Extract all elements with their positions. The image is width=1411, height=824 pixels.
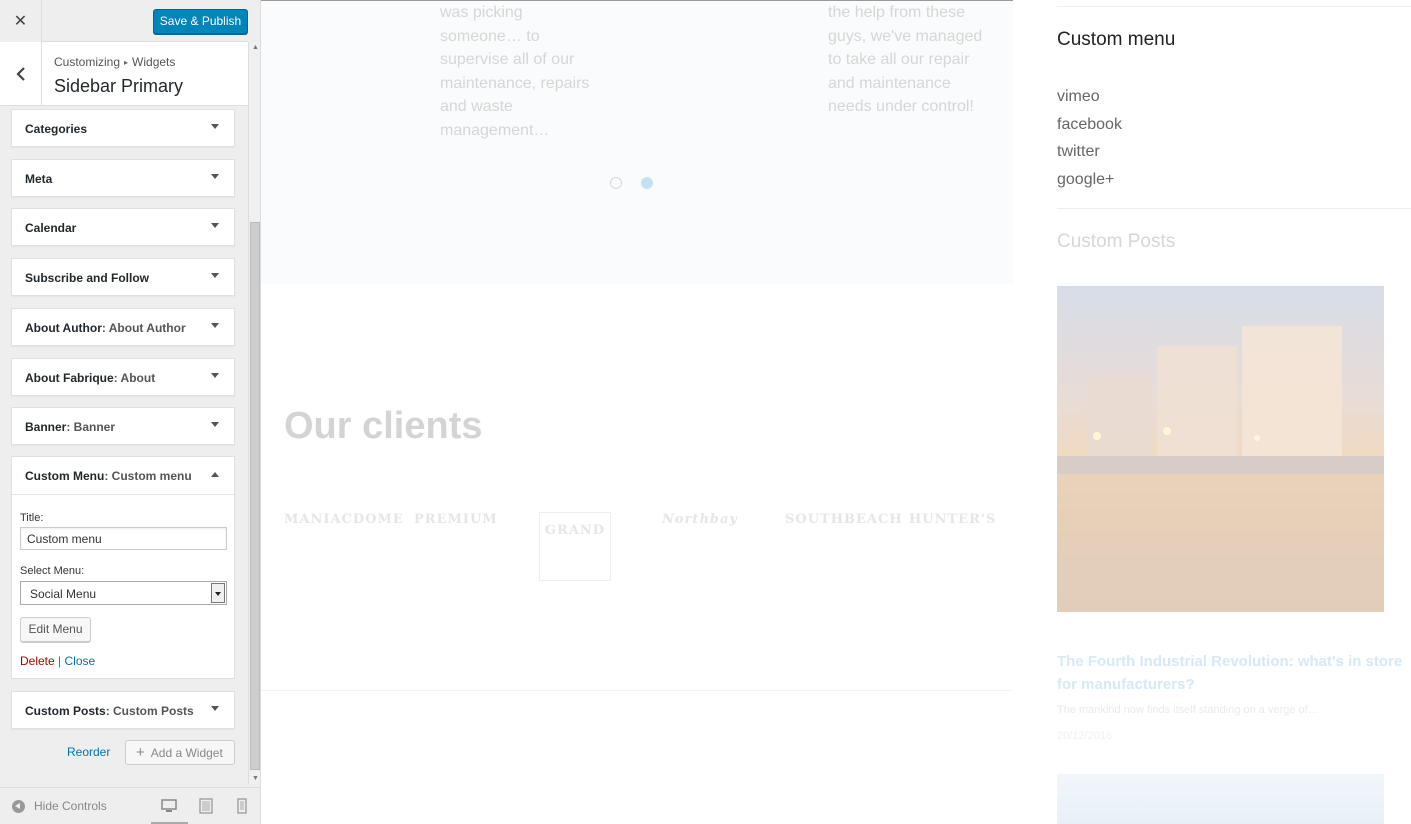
- menu-link-googleplus[interactable]: google+: [1057, 171, 1114, 189]
- custom-menu-title: Custom menu: [1057, 29, 1176, 50]
- clients-title: Our clients: [284, 405, 483, 447]
- add-widget-button[interactable]: + Add a Widget: [125, 740, 235, 765]
- post-thumbnail[interactable]: [1057, 774, 1384, 824]
- widget-title: About Fabrique: About: [25, 371, 156, 385]
- close-link[interactable]: Close: [65, 654, 96, 668]
- widget-subscribe-follow[interactable]: Subscribe and Follow: [11, 258, 235, 296]
- widget-meta[interactable]: Meta: [11, 159, 235, 197]
- expand-arrow-icon[interactable]: [211, 273, 219, 278]
- reorder-link[interactable]: Reorder: [67, 745, 110, 759]
- expand-arrow-icon[interactable]: [211, 223, 219, 228]
- testimonial-left: was picking someone… to supervise all of…: [440, 4, 590, 139]
- collapse-icon: [12, 799, 25, 813]
- post-title-link[interactable]: The Fourth Industrial Revolution: what's…: [1057, 650, 1411, 696]
- select-menu-label: Select Menu:: [20, 565, 85, 577]
- sidebar-divider: [1057, 208, 1411, 209]
- customizer-header: ✕ Save & Publish: [0, 0, 248, 42]
- title-field-label: Title:: [20, 512, 44, 524]
- expand-arrow-icon[interactable]: [211, 373, 219, 378]
- menu-link-vimeo[interactable]: vimeo: [1057, 88, 1100, 106]
- widget-custom-posts[interactable]: Custom Posts: Custom Posts: [11, 691, 235, 729]
- edit-menu-button[interactable]: Edit Menu: [20, 617, 91, 642]
- title-field[interactable]: [20, 527, 227, 550]
- widget-actions: Delete | Close: [20, 654, 95, 668]
- scroll-down-icon[interactable]: ▼: [252, 775, 259, 782]
- menu-link-twitter[interactable]: twitter: [1057, 143, 1100, 161]
- client-logo: SOUTHBEACH: [785, 512, 903, 527]
- plus-icon: +: [136, 744, 145, 761]
- breadcrumb-leaf: Widgets: [132, 55, 176, 69]
- expand-arrow-icon[interactable]: [211, 174, 219, 179]
- tablet-icon[interactable]: [198, 798, 214, 814]
- widget-custom-menu: Custom Menu: Custom menu Title: Select M…: [11, 456, 235, 679]
- widget-calendar[interactable]: Calendar: [11, 208, 235, 246]
- widget-categories[interactable]: Categories: [11, 109, 235, 147]
- widget-title: Custom Posts: Custom Posts: [25, 704, 194, 718]
- chevron-down-icon[interactable]: [211, 583, 225, 603]
- industrial-tanks-image: [1057, 326, 1384, 612]
- testimonials-section: was picking someone… to supervise all of…: [261, 0, 1013, 284]
- scroll-up-icon[interactable]: ▲: [252, 44, 259, 51]
- delete-link[interactable]: Delete: [20, 654, 55, 668]
- expand-arrow-icon[interactable]: [211, 323, 219, 328]
- hide-controls-button[interactable]: Hide Controls: [12, 799, 107, 813]
- widget-title: About Author: About Author: [25, 321, 186, 335]
- post-excerpt: The mankind now finds itself standing on…: [1057, 704, 1319, 716]
- post-date: 20/12/2016: [1057, 730, 1113, 742]
- mobile-icon[interactable]: [234, 798, 250, 814]
- client-logo: MANIACDOME: [284, 512, 404, 527]
- breadcrumb: Customizing ▸ Widgets: [54, 55, 175, 69]
- close-customizer-button[interactable]: ✕: [0, 0, 42, 42]
- slider-dot-1[interactable]: [610, 177, 622, 189]
- customizer-footer: Hide Controls: [0, 787, 260, 824]
- widget-title: Categories: [25, 122, 88, 136]
- sidebar-top-divider: [1057, 6, 1411, 7]
- panel-scrollbar[interactable]: ▲ ▼: [248, 42, 260, 784]
- widget-title: Calendar: [25, 221, 77, 235]
- actions-separator: |: [58, 654, 62, 668]
- expand-arrow-icon[interactable]: [211, 706, 219, 711]
- client-logo: GRAND: [539, 512, 611, 581]
- widget-title: Subscribe and Follow: [25, 271, 150, 285]
- save-publish-button[interactable]: Save & Publish: [153, 9, 248, 34]
- section-title: Sidebar Primary: [54, 76, 184, 96]
- custom-posts-title: Custom Posts: [1057, 231, 1176, 252]
- collapse-arrow-icon[interactable]: [211, 472, 219, 477]
- chevron-left-icon: [15, 66, 25, 81]
- widget-title: Meta: [25, 172, 53, 186]
- back-button[interactable]: [0, 42, 42, 105]
- widget-title: Banner: Banner: [25, 420, 116, 434]
- scroll-thumb[interactable]: [250, 222, 260, 770]
- site-preview: was picking someone… to supervise all of…: [261, 0, 1411, 824]
- desktop-icon[interactable]: [161, 798, 177, 814]
- customizer-panel: ✕ Save & Publish Customizing ▸ Widgets Sid…: [0, 0, 261, 824]
- client-logo: HUNTER'S: [909, 512, 997, 527]
- section-divider: [261, 690, 1013, 691]
- widget-custom-menu-header[interactable]: Custom Menu: Custom menu: [12, 457, 234, 495]
- client-logo: Northbay: [662, 512, 738, 527]
- slider-dot-2[interactable]: [641, 177, 653, 189]
- widget-about-fabrique[interactable]: About Fabrique: About: [11, 358, 235, 396]
- expand-arrow-icon[interactable]: [211, 422, 219, 427]
- menu-select[interactable]: Social Menu: [20, 581, 227, 605]
- breadcrumb-separator: ▸: [124, 58, 129, 67]
- widget-about-author[interactable]: About Author: About Author: [11, 308, 235, 346]
- menu-link-facebook[interactable]: facebook: [1057, 116, 1122, 134]
- menu-select-value: Social Menu: [30, 587, 97, 601]
- widget-banner[interactable]: Banner: Banner: [11, 407, 235, 445]
- widget-title: Custom Menu: Custom menu: [25, 469, 192, 483]
- expand-arrow-icon[interactable]: [211, 124, 219, 129]
- close-icon: ✕: [13, 13, 28, 30]
- section-header: Customizing ▸ Widgets Sidebar Primary: [0, 42, 248, 106]
- testimonial-right: the help from these guys, we've managed …: [828, 4, 983, 115]
- client-logo: PREMIUM: [414, 512, 498, 527]
- breadcrumb-root: Customizing: [54, 55, 121, 69]
- post-thumbnail[interactable]: [1057, 286, 1384, 612]
